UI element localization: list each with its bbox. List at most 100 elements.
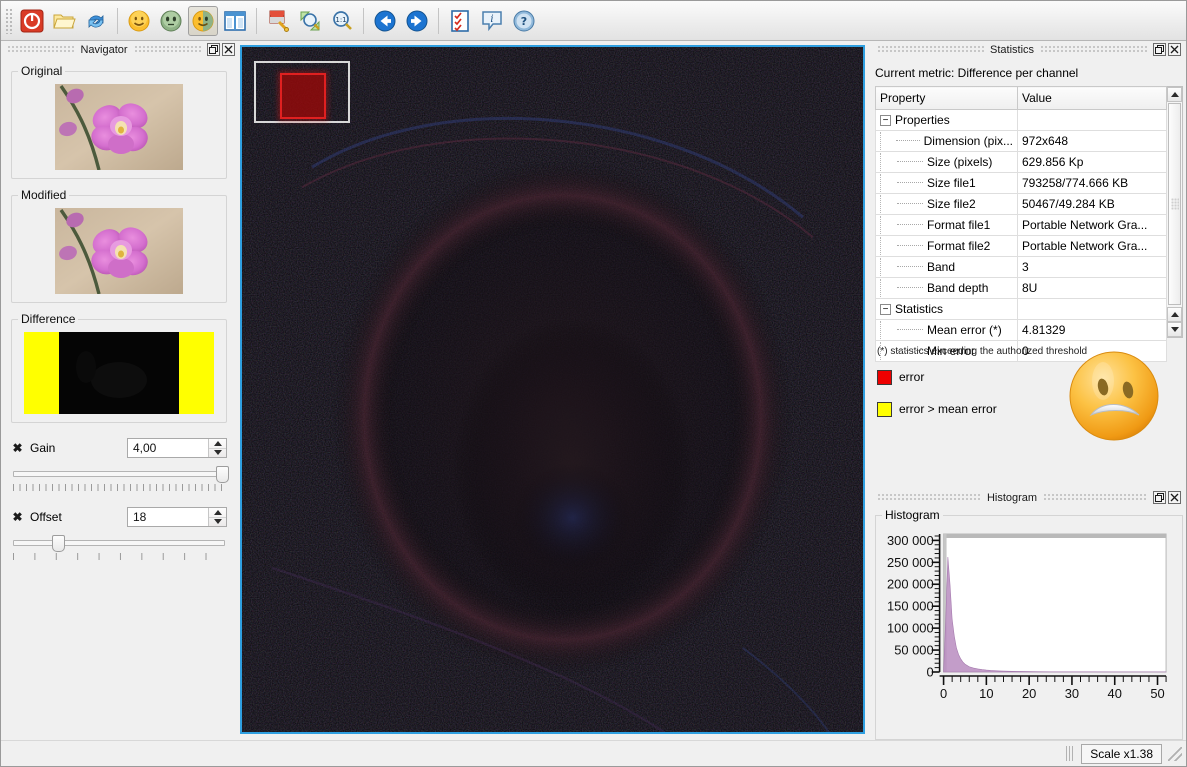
- row-property-cell: −Statistics: [876, 299, 1018, 320]
- statistics-scrollbar[interactable]: [1167, 86, 1183, 338]
- smiley-split-icon[interactable]: [188, 6, 218, 36]
- row-property-label: Band: [927, 260, 955, 274]
- original-thumbnail[interactable]: [55, 84, 183, 170]
- gain-slider-handle[interactable]: [216, 466, 229, 483]
- table-row[interactable]: Dimension (pix... 972x648: [876, 131, 1167, 152]
- histogram-drag-handle-right[interactable]: [1043, 493, 1147, 502]
- histogram-close-button[interactable]: [1168, 491, 1181, 504]
- image-view-area: [237, 41, 868, 740]
- status-bar: Scale x1.38: [1, 740, 1186, 766]
- table-row[interactable]: Format file1 Portable Network Gra...: [876, 215, 1167, 236]
- table-row[interactable]: −Properties: [876, 110, 1167, 131]
- viewport-selection-rect[interactable]: [280, 73, 326, 119]
- table-row[interactable]: Band depth 8U: [876, 278, 1167, 299]
- histogram-chart[interactable]: 050 000100 000150 000200 000250 000300 0…: [882, 526, 1176, 704]
- navigator-close-button[interactable]: [222, 43, 235, 56]
- expander-icon[interactable]: −: [880, 115, 891, 126]
- statistics-drag-handle-right[interactable]: [1040, 45, 1147, 54]
- scale-indicator[interactable]: Scale x1.38: [1081, 744, 1162, 764]
- gain-input[interactable]: [128, 439, 208, 457]
- toolbar-separator: [117, 8, 118, 34]
- original-group-label: Original: [18, 64, 65, 78]
- smiley-yellow-icon[interactable]: [124, 6, 154, 36]
- row-value-cell: Portable Network Gra...: [1018, 236, 1167, 257]
- offset-label: Offset: [30, 510, 127, 524]
- color-picker-icon[interactable]: [263, 6, 293, 36]
- gain-slider[interactable]: [11, 466, 227, 482]
- difference-image-canvas[interactable]: [240, 45, 865, 734]
- svg-text:150 000: 150 000: [887, 599, 934, 614]
- table-row[interactable]: −Statistics: [876, 299, 1167, 320]
- table-row[interactable]: Size file1 793258/774.666 KB: [876, 173, 1167, 194]
- gain-spin-up[interactable]: [209, 439, 226, 449]
- open-folder-icon[interactable]: [49, 6, 79, 36]
- navigator-drag-handle[interactable]: [7, 45, 74, 54]
- toolbar-drag-handle[interactable]: [5, 8, 13, 34]
- expander-icon[interactable]: −: [880, 304, 891, 315]
- difference-thumbnail[interactable]: [24, 332, 214, 414]
- smiley-green-icon[interactable]: [156, 6, 186, 36]
- difference-thumbnail-wrap: [18, 332, 220, 414]
- power-quit-icon[interactable]: [17, 6, 47, 36]
- row-property-label: Format file2: [927, 239, 990, 253]
- info-icon[interactable]: i: [477, 6, 507, 36]
- histogram-drag-handle[interactable]: [877, 493, 981, 502]
- table-row[interactable]: Size file2 50467/49.284 KB: [876, 194, 1167, 215]
- offset-slider[interactable]: [11, 535, 227, 551]
- table-row[interactable]: Format file2 Portable Network Gra...: [876, 236, 1167, 257]
- row-property-label: Size file2: [927, 197, 976, 211]
- offset-slider-handle[interactable]: [52, 535, 65, 552]
- offset-checkbox[interactable]: ✖: [11, 511, 24, 524]
- offset-input[interactable]: [128, 508, 208, 526]
- offset-spin-arrows[interactable]: [208, 508, 226, 526]
- viewport-navigator-rect[interactable]: [254, 61, 350, 123]
- back-arrow-icon[interactable]: [370, 6, 400, 36]
- resize-grip[interactable]: [1168, 747, 1182, 761]
- scroll-up-button[interactable]: [1167, 87, 1182, 102]
- row-property-cell: Size (pixels): [876, 152, 1018, 173]
- toolbar-separator: [363, 8, 364, 34]
- scroll-up-button-2[interactable]: [1167, 307, 1182, 322]
- gain-slider-track: [13, 471, 225, 477]
- column-header-property[interactable]: Property: [876, 87, 1018, 110]
- legend-area: error error > mean error: [875, 363, 1183, 418]
- checklist-icon[interactable]: [445, 6, 475, 36]
- statistics-float-button[interactable]: [1153, 43, 1166, 56]
- navigator-panel: Navigator Original: [1, 41, 237, 740]
- gain-spin-down[interactable]: [209, 449, 226, 458]
- histogram-group: Histogram 050 000100 000150 000200 00025…: [875, 508, 1183, 740]
- svg-text:i: i: [490, 14, 493, 25]
- statistics-title-bar: Statistics: [871, 41, 1183, 58]
- statistics-drag-handle[interactable]: [877, 45, 984, 54]
- navigator-title-label: Navigator: [78, 44, 129, 56]
- refresh-icon[interactable]: [81, 6, 111, 36]
- original-group: Original: [11, 64, 227, 179]
- zoom-fit-icon[interactable]: [295, 6, 325, 36]
- scroll-thumb[interactable]: [1168, 103, 1181, 305]
- gain-checkbox[interactable]: ✖: [11, 442, 24, 455]
- column-header-value[interactable]: Value: [1018, 87, 1167, 110]
- modified-thumbnail[interactable]: [55, 208, 183, 294]
- navigator-drag-handle-right[interactable]: [134, 45, 201, 54]
- offset-spin-down[interactable]: [209, 518, 226, 527]
- gain-row: ✖ Gain: [11, 438, 227, 458]
- row-property-cell: Format file1: [876, 215, 1018, 236]
- statistics-close-button[interactable]: [1168, 43, 1181, 56]
- histogram-float-button[interactable]: [1153, 491, 1166, 504]
- help-icon[interactable]: ?: [509, 6, 539, 36]
- offset-spinbox[interactable]: [127, 507, 227, 527]
- original-thumbnail-wrap: [18, 84, 220, 170]
- table-row[interactable]: Band 3: [876, 257, 1167, 278]
- modified-thumbnail-wrap: [18, 208, 220, 294]
- row-property-label: Properties: [895, 113, 950, 127]
- scroll-down-button[interactable]: [1167, 322, 1182, 337]
- forward-arrow-icon[interactable]: [402, 6, 432, 36]
- row-property-label: Size (pixels): [927, 155, 992, 169]
- navigator-float-button[interactable]: [207, 43, 220, 56]
- table-row[interactable]: Size (pixels) 629.856 Kp: [876, 152, 1167, 173]
- gain-spin-arrows[interactable]: [208, 439, 226, 457]
- zoom-actual-icon[interactable]: 1:1: [327, 6, 357, 36]
- gain-spinbox[interactable]: [127, 438, 227, 458]
- split-view-icon[interactable]: [220, 6, 250, 36]
- offset-spin-up[interactable]: [209, 508, 226, 518]
